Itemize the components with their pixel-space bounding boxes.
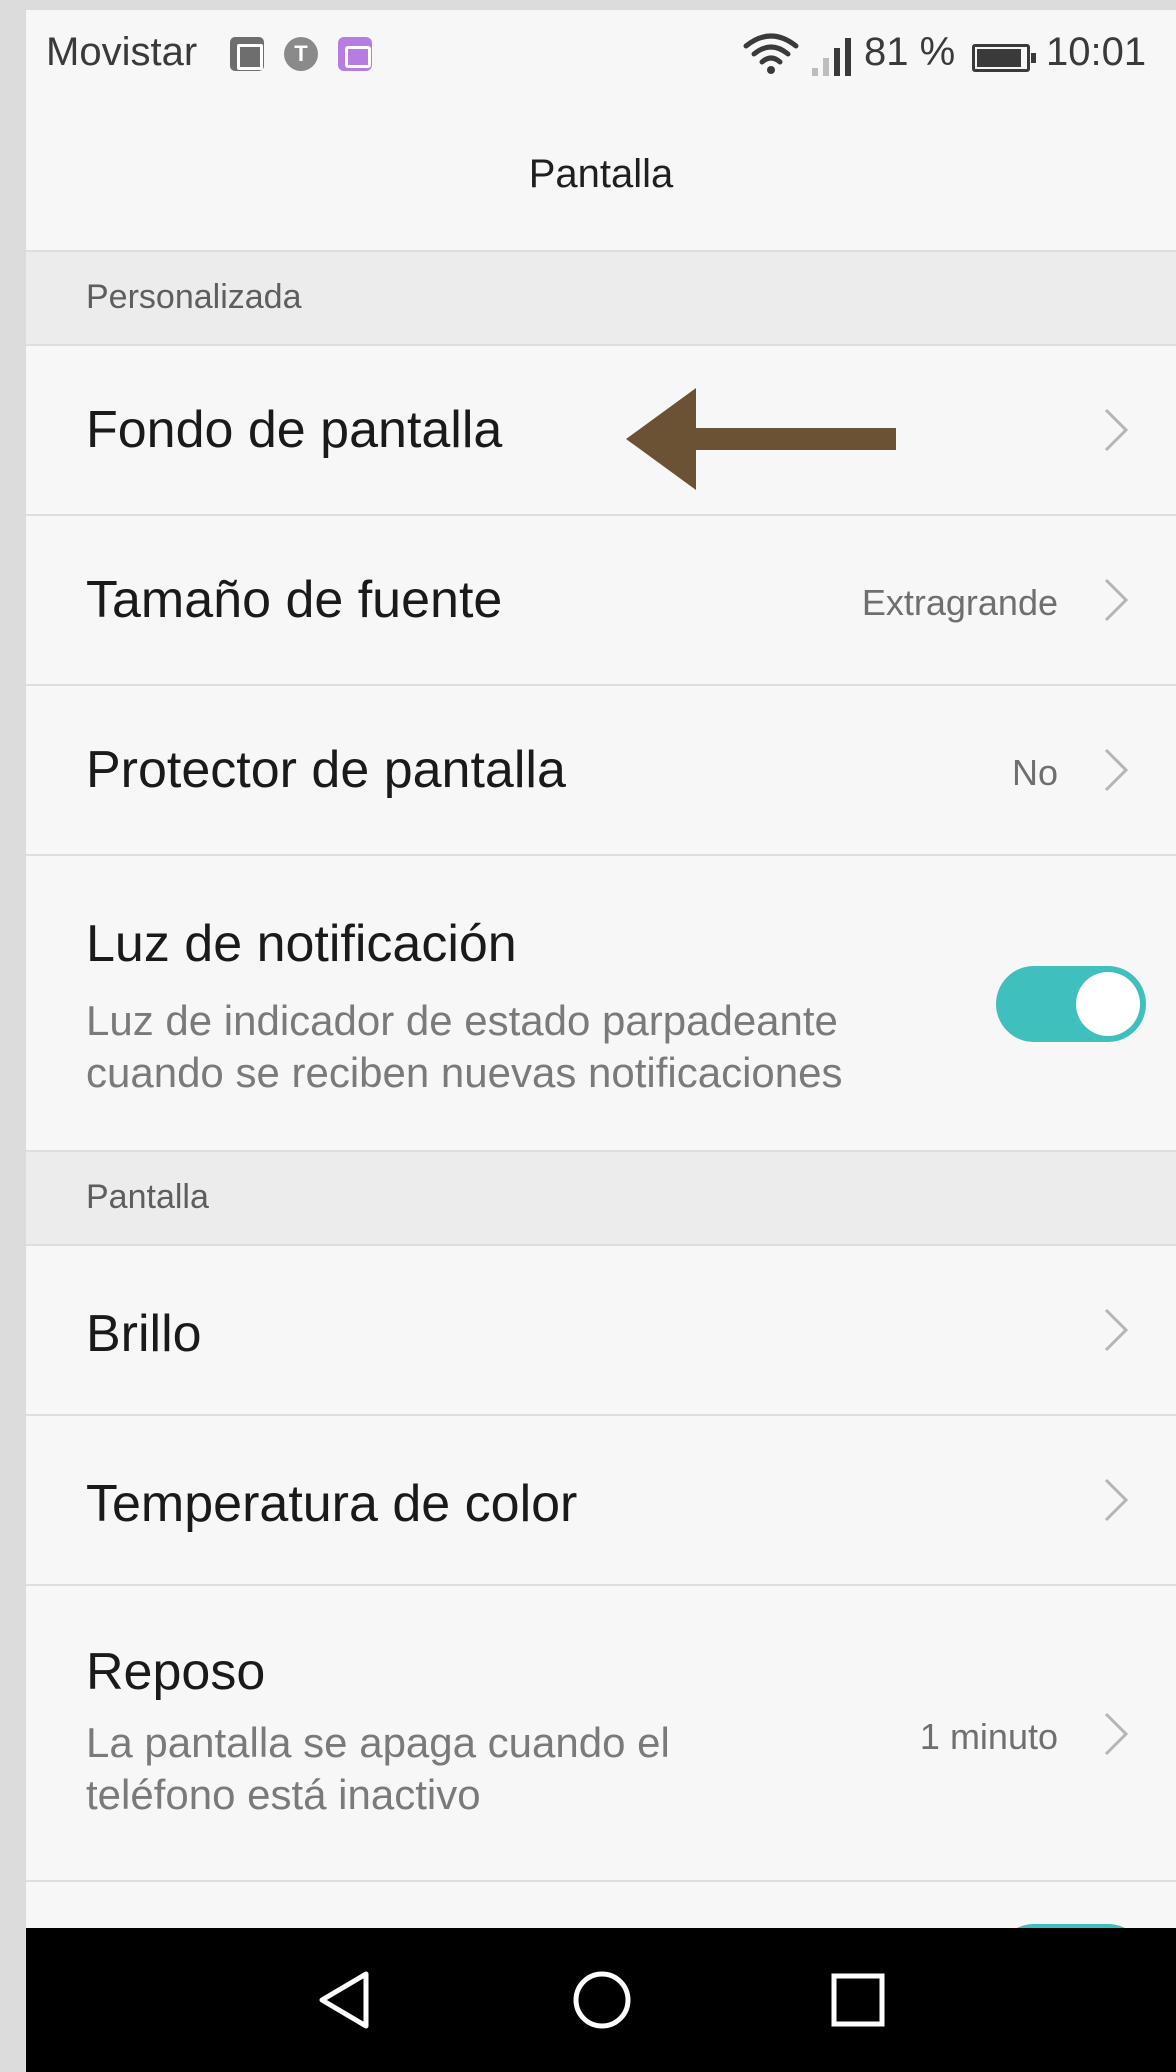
recents-icon[interactable] [826, 1968, 890, 2032]
chat-icon [338, 37, 372, 71]
row-subtitle-line2: teléfono está inactivo [86, 1771, 481, 1818]
home-icon[interactable] [570, 1968, 634, 2032]
navigation-bar [26, 1928, 1176, 2072]
row-title: Temperatura de color [86, 1475, 578, 1533]
battery-icon [972, 44, 1036, 72]
back-icon[interactable] [314, 1968, 378, 2032]
row-protector-de-pantalla[interactable]: Protector de pantalla No [26, 686, 1176, 856]
chevron-right-icon [1104, 1712, 1129, 1756]
chevron-right-icon [1104, 748, 1129, 792]
chevron-right-icon [1104, 578, 1129, 622]
row-subtitle-line1: Luz de indicador de estado parpadeante [86, 997, 838, 1044]
row-title: Protector de pantalla [86, 741, 566, 799]
row-subtitle-line1: La pantalla se apaga cuando el [86, 1719, 670, 1766]
row-reposo[interactable]: Reposo La pantalla se apaga cuando el te… [26, 1586, 1176, 1882]
row-subtitle-line2: cuando se reciben nuevas notificaciones [86, 1049, 843, 1096]
chevron-right-icon [1104, 1308, 1129, 1352]
phone-screen: Movistar T 81 % 10:01 Pantalla Personali… [26, 10, 1176, 2072]
status-bar: Movistar T 81 % 10:01 [26, 10, 1176, 96]
row-brillo[interactable]: Brillo [26, 1246, 1176, 1416]
row-temperatura-de-color[interactable]: Temperatura de color [26, 1416, 1176, 1586]
font-size-value: Extragrande [861, 582, 1058, 623]
signal-icon [812, 38, 851, 76]
row-fondo-de-pantalla[interactable]: Fondo de pantalla [26, 346, 1176, 516]
row-tamano-de-fuente[interactable]: Tamaño de fuente Extragrande [26, 516, 1176, 686]
chevron-right-icon [1104, 408, 1129, 452]
row-title: Tamaño de fuente [86, 571, 503, 629]
sleep-value: 1 minuto [919, 1716, 1058, 1757]
t-icon: T [284, 37, 318, 71]
section-label: Personalizada [86, 278, 302, 316]
chevron-right-icon [1104, 1478, 1129, 1522]
section-header-personalizada: Personalizada [26, 252, 1176, 346]
carrier-name: Movistar [46, 30, 198, 74]
battery-percent: 81 % [864, 30, 956, 74]
row-title: Fondo de pantalla [86, 401, 503, 459]
row-title: Reposo [86, 1643, 266, 1701]
app-bar: Pantalla [26, 96, 1176, 252]
page-title: Pantalla [528, 152, 674, 196]
row-title: Brillo [86, 1305, 202, 1363]
wifi-icon [743, 33, 799, 74]
toggle-knob [1076, 972, 1140, 1036]
row-luz-de-notificacion[interactable]: Luz de notificación Luz de indicador de … [26, 856, 1176, 1152]
screensaver-value: No [1011, 752, 1058, 793]
section-header-pantalla: Pantalla [26, 1152, 1176, 1246]
section-label: Pantalla [86, 1178, 209, 1216]
annotation-arrow-icon [626, 388, 896, 490]
gallery-icon [230, 37, 264, 71]
clock: 10:01 [1046, 30, 1147, 74]
row-title: Luz de notificación [86, 915, 517, 973]
notification-light-toggle[interactable] [996, 966, 1146, 1042]
